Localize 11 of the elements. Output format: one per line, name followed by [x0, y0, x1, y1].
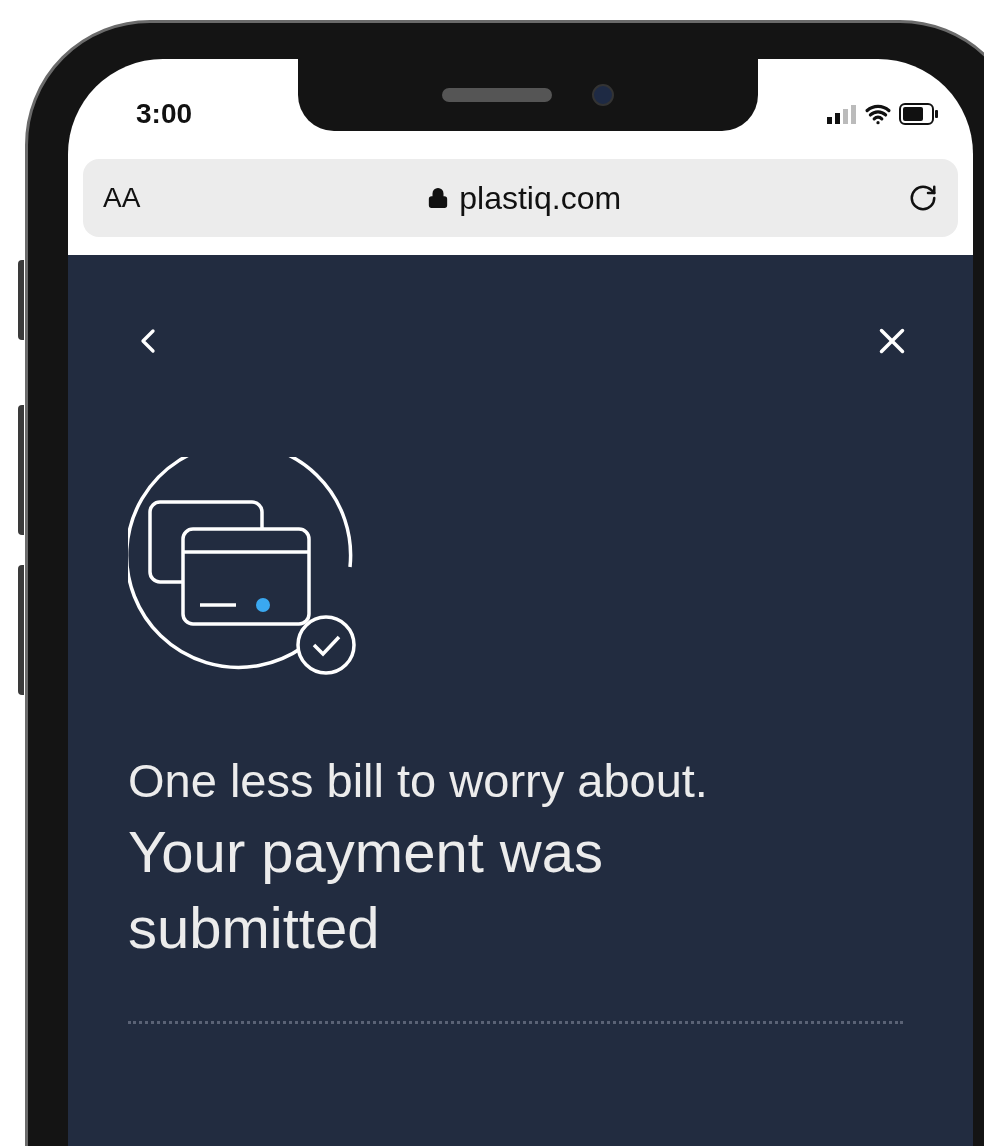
text-size-button[interactable]: AA [103, 177, 141, 219]
status-time: 3:00 [136, 97, 193, 131]
reload-icon[interactable] [908, 183, 938, 213]
url-text: plastiq.com [459, 179, 622, 218]
heading-text: One less bill to worry about. [128, 753, 709, 809]
camera-lens [592, 84, 614, 106]
signal-icon [827, 104, 857, 124]
battery-icon [899, 103, 939, 125]
lock-icon [427, 187, 450, 209]
address-bar[interactable]: AA plastiq.com [83, 159, 958, 237]
title-text: Your payment was submitted [128, 818, 605, 962]
